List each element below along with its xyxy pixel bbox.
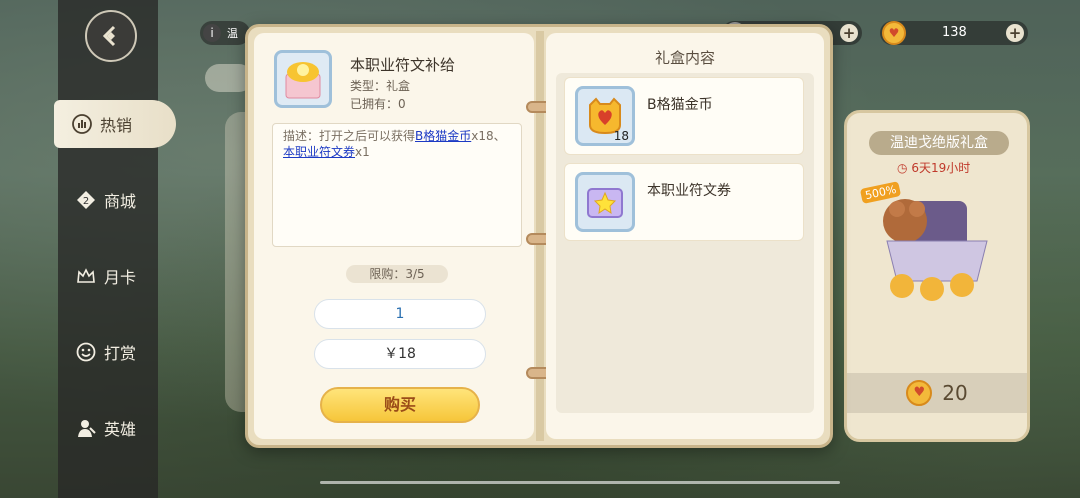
gift-pack-price-value: 20: [942, 381, 968, 405]
home-indicator: [320, 481, 840, 484]
smile-coin-icon: [76, 342, 96, 362]
sidebar-item-reward[interactable]: 打赏: [58, 328, 158, 376]
sidebar-item-label: 打赏: [104, 344, 137, 363]
gift-detail-modal: 本职业符文补给 类型：礼盒 已拥有：0 描述：打开之后可以获得B格猫金币x18、…: [245, 24, 833, 448]
tag-icon: 2: [76, 190, 96, 210]
item-owned: 已拥有：0: [350, 97, 406, 111]
currency-bar-2: ♥ 138 +: [880, 21, 1028, 45]
gift-pack-card[interactable]: 温迪戈绝版礼盒 ◷ 6天19小时 500% ♥ 20: [844, 110, 1030, 442]
cat-coin-icon: ♥: [906, 380, 933, 406]
contents-list: 18 B格猫金币 本职业符文券: [556, 73, 814, 413]
item-description: 描述：打开之后可以获得B格猫金币x18、本职业符文券x1: [272, 123, 522, 247]
back-arrow-icon: [102, 25, 116, 47]
gift-pack-timer-text: 6天19小时: [911, 161, 971, 175]
gift-box-icon: [274, 50, 332, 108]
contents-title: 礼盒内容: [654, 49, 715, 67]
back-button[interactable]: [85, 10, 137, 62]
sidebar-item-shop[interactable]: 2 商城: [58, 176, 158, 224]
item-type: 类型：礼盒: [350, 79, 411, 93]
sidebar-item-label: 热销: [100, 116, 133, 135]
star-ticket-icon: [575, 172, 635, 232]
link-cat-coin[interactable]: B格猫金币: [415, 129, 471, 143]
item-name: 本职业符文补给: [350, 56, 456, 74]
buy-button[interactable]: 购买: [320, 387, 480, 423]
quantity-field[interactable]: 1: [314, 299, 486, 329]
price-field: ￥18: [314, 339, 486, 369]
sidebar-item-label: 商城: [104, 192, 137, 211]
gift-pack-title: 温迪戈绝版礼盒: [869, 131, 1009, 155]
hero-icon: [76, 418, 96, 438]
sidebar-item-hot[interactable]: 热销: [54, 100, 176, 148]
svg-text:2: 2: [83, 196, 89, 207]
clock-icon: ◷: [897, 161, 908, 175]
reward-name: B格猫金币: [647, 97, 713, 113]
gift-pack-price: ♥ 20: [847, 373, 1027, 413]
desc-suffix: x1: [355, 145, 370, 159]
sidebar-item-label: 英雄: [104, 420, 137, 439]
currency-1-plus-button[interactable]: +: [840, 24, 858, 42]
purchase-limit: 限购：3/5: [346, 265, 448, 283]
currency-2-plus-button[interactable]: +: [1006, 24, 1024, 42]
reward-qty: 18: [613, 129, 629, 143]
reward-name: 本职业符文券: [647, 183, 731, 199]
link-rune-ticket[interactable]: 本职业符文券: [283, 145, 355, 159]
cat-coin-icon: ♥: [882, 21, 906, 45]
crown-icon: [76, 266, 96, 286]
sidebar-item-label: 月卡: [104, 268, 137, 287]
cat-coin-icon: 18: [575, 86, 635, 146]
gift-pack-image: [867, 181, 1007, 301]
desc-prefix: 描述：打开之后可以获得: [283, 129, 416, 143]
gift-contents-page: 礼盒内容 18 B格猫金币 本职业符文券: [546, 33, 824, 439]
info-bar[interactable]: i 温: [200, 21, 250, 45]
sidebar-item-hero[interactable]: 英雄: [58, 404, 158, 452]
currency-value: 138: [942, 25, 967, 40]
desc-mid: x18、: [471, 129, 506, 143]
info-text: 温: [227, 27, 238, 40]
item-detail-page: 本职业符文补给 类型：礼盒 已拥有：0 描述：打开之后可以获得B格猫金币x18、…: [254, 33, 534, 439]
gift-pack-timer: ◷ 6天19小时: [897, 159, 970, 176]
sidebar-item-monthly[interactable]: 月卡: [58, 252, 158, 300]
info-icon: i: [203, 24, 221, 42]
list-item[interactable]: 18 B格猫金币: [564, 77, 804, 155]
list-item[interactable]: 本职业符文券: [564, 163, 804, 241]
bar-chart-icon: [72, 114, 92, 134]
